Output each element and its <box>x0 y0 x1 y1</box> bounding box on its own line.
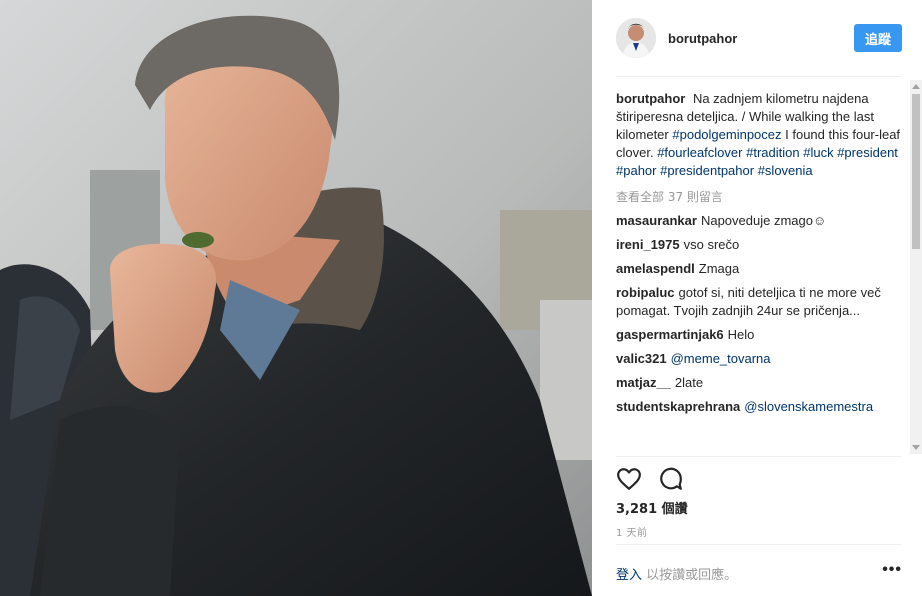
comment-mention[interactable]: @meme_tovarna <box>671 351 771 366</box>
instagram-post: borutpahor 追蹤 borutpahor Na zadnjem kilo… <box>0 0 922 596</box>
header-username[interactable]: borutpahor <box>668 31 737 46</box>
comment-item: matjaz__ 2late <box>616 374 902 392</box>
comment-username[interactable]: ireni_1975 <box>616 237 680 252</box>
scroll-down-arrow-icon[interactable] <box>912 445 920 450</box>
hashtag[interactable]: #tradition <box>746 145 799 160</box>
comment-username[interactable]: gaspermartinjak6 <box>616 327 724 342</box>
comments-list: borutpahor Na zadnjem kilometru najdena … <box>616 90 902 454</box>
comment-text: vso srečo <box>683 237 740 252</box>
post-photo-illustration <box>0 0 592 596</box>
comment-text: Napoveduje zmago☺ <box>700 213 827 228</box>
login-link[interactable]: 登入 <box>616 568 642 583</box>
comment-item: valic321 @meme_tovarna <box>616 350 902 368</box>
comment-item: studentskaprehrana @slovenskamemestra <box>616 398 902 416</box>
comment-item: masaurankar Napoveduje zmago☺ <box>616 212 902 230</box>
post-caption: borutpahor Na zadnjem kilometru najdena … <box>616 90 902 180</box>
comment-item: robipaluc gotof si, niti deteljica ti ne … <box>616 284 902 320</box>
avatar[interactable] <box>616 18 656 58</box>
more-options-icon[interactable]: ••• <box>882 562 902 578</box>
comment-username[interactable]: matjaz__ <box>616 375 671 390</box>
comment-item: amelaspendl Zmaga <box>616 260 902 278</box>
hashtag[interactable]: #presidentpahor <box>660 163 754 178</box>
scrollbar-thumb[interactable] <box>912 94 920 249</box>
comment-icon[interactable] <box>658 466 684 492</box>
post-actions <box>616 466 684 492</box>
comment-username[interactable]: masaurankar <box>616 213 697 228</box>
avatar-image <box>616 18 656 58</box>
comment-username[interactable]: studentskaprehrana <box>616 399 740 414</box>
heart-icon[interactable] <box>616 466 642 492</box>
hashtag[interactable]: #slovenia <box>758 163 813 178</box>
hashtag[interactable]: #president <box>837 145 898 160</box>
comments-scrollbar[interactable] <box>910 80 922 454</box>
comment-mention[interactable]: @slovenskamemestra <box>744 399 873 414</box>
post-header: borutpahor 追蹤 <box>592 0 922 76</box>
comment-username[interactable]: robipaluc <box>616 285 675 300</box>
post-photo[interactable] <box>0 0 592 596</box>
post-timestamp[interactable]: 1 天前 <box>616 524 648 539</box>
actions-divider <box>616 456 902 457</box>
hashtag[interactable]: #luck <box>803 145 833 160</box>
comment-username[interactable]: amelaspendl <box>616 261 695 276</box>
login-prompt: 登入 以按讚或回應。 <box>616 564 737 583</box>
comment-username[interactable]: valic321 <box>616 351 667 366</box>
like-count[interactable]: 3,281 個讚 <box>616 498 688 517</box>
header-divider <box>616 76 902 77</box>
hashtag[interactable]: #pahor <box>616 163 656 178</box>
caption-username[interactable]: borutpahor <box>616 91 685 106</box>
hashtag[interactable]: #podolgeminpocez <box>672 127 781 142</box>
follow-button[interactable]: 追蹤 <box>854 24 902 52</box>
view-all-comments-link[interactable]: 查看全部 37 則留言 <box>616 188 902 206</box>
hashtag[interactable]: #fourleafclover <box>657 145 742 160</box>
comment-text: 2late <box>674 375 704 390</box>
comment-text: Helo <box>727 327 755 342</box>
scroll-up-arrow-icon[interactable] <box>912 84 920 89</box>
comment-item: ireni_1975 vso srečo <box>616 236 902 254</box>
post-side-panel: borutpahor 追蹤 borutpahor Na zadnjem kilo… <box>592 0 922 596</box>
comment-text: Zmaga <box>698 261 740 276</box>
login-divider <box>616 544 902 545</box>
login-prompt-text: 以按讚或回應。 <box>646 568 738 583</box>
comment-item: gaspermartinjak6 Helo <box>616 326 902 344</box>
